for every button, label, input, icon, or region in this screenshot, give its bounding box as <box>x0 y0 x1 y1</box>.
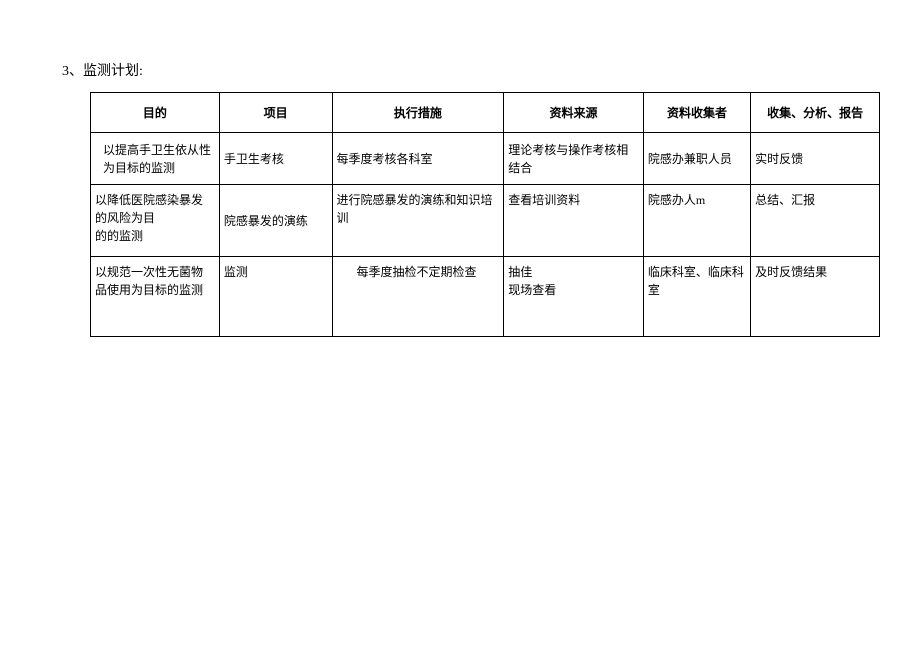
cell-source: 查看培训资料 <box>504 185 644 257</box>
cell-project: 手卫生考核 <box>219 133 332 185</box>
section-heading: 3、监测计划: <box>62 60 870 80</box>
table-header-row: 目的 项目 执行措施 资料来源 资料收集者 收集、分析、报告 <box>91 93 880 133</box>
table-row: 以提高手卫生依从性为目标的监测 手卫生考核 每季度考核各科室 理论考核与操作考核… <box>91 133 880 185</box>
cell-collector: 院感办兼职人员 <box>643 133 750 185</box>
cell-purpose: 以提高手卫生依从性为目标的监测 <box>91 133 220 185</box>
table-row: 以降低医院感染暴发的风险为目的的监测 院感暴发的演练 进行院感暴发的演练和知识培… <box>91 185 880 257</box>
header-source: 资料来源 <box>504 93 644 133</box>
cell-collector: 临床科室、临床科室 <box>643 257 750 337</box>
cell-project: 院感暴发的演练 <box>219 185 332 257</box>
cell-measure: 进行院感暴发的演练和知识培训 <box>332 185 504 257</box>
cell-purpose: 以降低医院感染暴发的风险为目的的监测 <box>91 185 220 257</box>
cell-measure: 每季度考核各科室 <box>332 133 504 185</box>
header-collector: 资料收集者 <box>643 93 750 133</box>
cell-source: 抽佳现场查看 <box>504 257 644 337</box>
header-report: 收集、分析、报告 <box>751 93 880 133</box>
header-measure: 执行措施 <box>332 93 504 133</box>
cell-collector: 院感办人m <box>643 185 750 257</box>
cell-purpose: 以规范一次性无菌物品使用为目标的监测 <box>91 257 220 337</box>
header-project: 项目 <box>219 93 332 133</box>
cell-measure: 每季度抽检不定期检查 <box>332 257 504 337</box>
cell-project: 监测 <box>219 257 332 337</box>
header-purpose: 目的 <box>91 93 220 133</box>
monitoring-plan-table: 目的 项目 执行措施 资料来源 资料收集者 收集、分析、报告 以提高手卫生依从性… <box>90 92 880 337</box>
cell-source: 理论考核与操作考核相结合 <box>504 133 644 185</box>
cell-report: 实时反馈 <box>751 133 880 185</box>
table-row: 以规范一次性无菌物品使用为目标的监测 监测 每季度抽检不定期检查 抽佳现场查看 … <box>91 257 880 337</box>
cell-report: 总结、汇报 <box>751 185 880 257</box>
cell-report: 及时反馈结果 <box>751 257 880 337</box>
